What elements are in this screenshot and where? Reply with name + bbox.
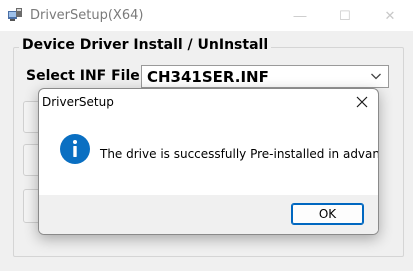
groupbox-title: Device Driver Install / UnInstall: [19, 37, 272, 53]
ok-button[interactable]: OK: [291, 203, 364, 225]
close-icon: ✕: [384, 7, 396, 23]
message-dialog: DriverSetup The drive is successfully Pr…: [38, 88, 379, 235]
window-title: DriverSetup(X64): [30, 8, 144, 23]
chevron-down-icon: [371, 73, 381, 80]
dialog-message: The drive is successfully Pre-installed …: [100, 147, 379, 161]
ok-button-label: OK: [318, 207, 337, 221]
info-icon: [60, 134, 90, 164]
inf-file-select[interactable]: CH341SER.INF: [141, 65, 389, 88]
dialog-close-button[interactable]: [347, 91, 377, 113]
driver-setup-window: DriverSetup(X64) — ☐ ✕ Device Driver Ins…: [0, 0, 413, 271]
inf-file-label: Select INF File :: [26, 68, 151, 84]
minimize-button[interactable]: —: [277, 0, 323, 31]
dialog-title: DriverSetup: [42, 95, 114, 109]
inf-file-value: CH341SER.INF: [147, 68, 269, 86]
dialog-footer: OK: [39, 195, 378, 234]
minimize-icon: —: [293, 8, 307, 23]
close-window-button[interactable]: ✕: [367, 0, 413, 31]
title-bar[interactable]: DriverSetup(X64) — ☐ ✕: [0, 0, 413, 31]
app-icon: [8, 8, 22, 21]
maximize-icon: ☐: [339, 7, 351, 23]
maximize-button[interactable]: ☐: [322, 0, 368, 31]
close-icon: [356, 96, 368, 108]
